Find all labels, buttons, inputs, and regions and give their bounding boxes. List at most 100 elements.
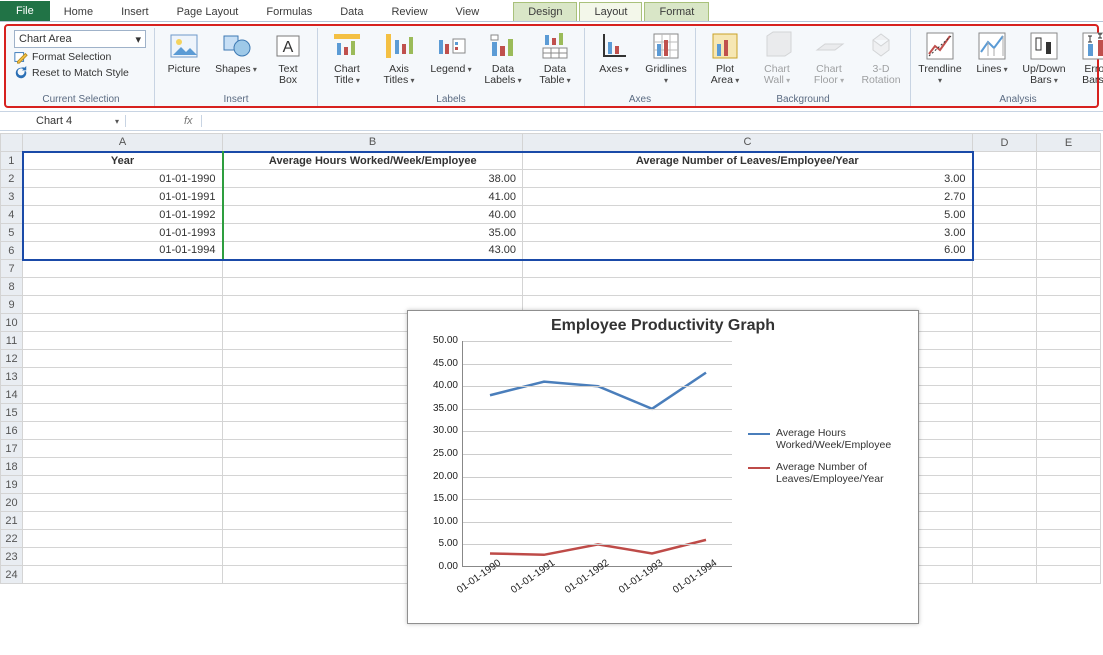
- tab-data[interactable]: Data: [326, 3, 377, 21]
- row-header[interactable]: 22: [1, 530, 23, 548]
- cell[interactable]: [23, 260, 223, 278]
- cell[interactable]: [973, 170, 1037, 188]
- cell[interactable]: [973, 566, 1037, 584]
- cell[interactable]: [1037, 242, 1101, 260]
- cell[interactable]: [1037, 260, 1101, 278]
- cell[interactable]: [1037, 458, 1101, 476]
- row-header[interactable]: 5: [1, 224, 23, 242]
- cell[interactable]: 01-01-1990: [23, 170, 223, 188]
- cell[interactable]: [973, 494, 1037, 512]
- embedded-chart[interactable]: Employee Productivity Graph Average Hour…: [407, 310, 919, 624]
- cell[interactable]: [23, 476, 223, 494]
- legend-button[interactable]: Legend: [428, 28, 474, 75]
- chart-legend[interactable]: Average Hours Worked/Week/Employee Avera…: [748, 427, 908, 495]
- tab-layout[interactable]: Layout: [579, 2, 642, 21]
- row-header[interactable]: 3: [1, 188, 23, 206]
- cell[interactable]: [973, 386, 1037, 404]
- row-header[interactable]: 14: [1, 386, 23, 404]
- cell[interactable]: [23, 566, 223, 584]
- axes-button[interactable]: Axes: [591, 28, 637, 75]
- cell[interactable]: [1037, 170, 1101, 188]
- legend-entry[interactable]: Average Hours Worked/Week/Employee: [748, 427, 908, 451]
- tab-home[interactable]: Home: [50, 3, 107, 21]
- cell[interactable]: [973, 152, 1037, 170]
- cell[interactable]: [1037, 566, 1101, 584]
- cell[interactable]: [1037, 224, 1101, 242]
- cell[interactable]: 01-01-1991: [23, 188, 223, 206]
- row-header[interactable]: 11: [1, 332, 23, 350]
- row-header[interactable]: 2: [1, 170, 23, 188]
- cell[interactable]: [1037, 476, 1101, 494]
- tab-formulas[interactable]: Formulas: [252, 3, 326, 21]
- cell[interactable]: [23, 332, 223, 350]
- cell[interactable]: [973, 458, 1037, 476]
- row-header[interactable]: 23: [1, 548, 23, 566]
- select-all-corner[interactable]: [1, 134, 23, 152]
- textbox-button[interactable]: A Text Box: [265, 28, 311, 86]
- cell[interactable]: [1037, 440, 1101, 458]
- tab-view[interactable]: View: [442, 3, 494, 21]
- col-header-A[interactable]: A: [23, 134, 223, 152]
- cell[interactable]: [1037, 512, 1101, 530]
- cell[interactable]: 5.00: [523, 206, 973, 224]
- cell[interactable]: [23, 386, 223, 404]
- cell[interactable]: 01-01-1993: [23, 224, 223, 242]
- cell[interactable]: [1037, 314, 1101, 332]
- legend-entry[interactable]: Average Number of Leaves/Employee/Year: [748, 461, 908, 485]
- data-table-button[interactable]: Data Table: [532, 28, 578, 86]
- tab-design[interactable]: Design: [513, 2, 577, 21]
- cell[interactable]: [1037, 404, 1101, 422]
- col-header-D[interactable]: D: [973, 134, 1037, 152]
- cell[interactable]: [973, 224, 1037, 242]
- cell[interactable]: [23, 530, 223, 548]
- cell[interactable]: [1037, 278, 1101, 296]
- data-labels-button[interactable]: Data Labels: [480, 28, 526, 86]
- cell[interactable]: [1037, 188, 1101, 206]
- row-header[interactable]: 12: [1, 350, 23, 368]
- cell[interactable]: [973, 260, 1037, 278]
- fx-icon[interactable]: fx: [176, 115, 202, 127]
- row-header[interactable]: 1: [1, 152, 23, 170]
- chart-element-combo[interactable]: Chart Area ▾: [14, 30, 146, 48]
- col-header-C[interactable]: C: [523, 134, 973, 152]
- cell[interactable]: [1037, 422, 1101, 440]
- row-header[interactable]: 21: [1, 512, 23, 530]
- cell[interactable]: [973, 242, 1037, 260]
- cell[interactable]: [523, 278, 973, 296]
- cell[interactable]: [23, 422, 223, 440]
- error-bars-button[interactable]: Error Bars: [1073, 28, 1103, 86]
- cell[interactable]: 6.00: [523, 242, 973, 260]
- cell[interactable]: Year: [23, 152, 223, 170]
- plot-area-button[interactable]: Plot Area: [702, 28, 748, 86]
- cell[interactable]: 40.00: [223, 206, 523, 224]
- cell[interactable]: [973, 530, 1037, 548]
- updown-bars-button[interactable]: Up/Down Bars: [1021, 28, 1067, 86]
- gridlines-button[interactable]: Gridlines: [643, 28, 689, 86]
- tab-review[interactable]: Review: [377, 3, 441, 21]
- row-header[interactable]: 18: [1, 458, 23, 476]
- cell[interactable]: [1037, 206, 1101, 224]
- cell[interactable]: [23, 368, 223, 386]
- cell[interactable]: [973, 368, 1037, 386]
- cell[interactable]: [973, 350, 1037, 368]
- picture-button[interactable]: Picture: [161, 28, 207, 75]
- row-header[interactable]: 10: [1, 314, 23, 332]
- cell[interactable]: 01-01-1992: [23, 206, 223, 224]
- name-box[interactable]: Chart 4 ▾: [30, 115, 126, 127]
- cell[interactable]: [973, 404, 1037, 422]
- cell[interactable]: [23, 404, 223, 422]
- col-header-B[interactable]: B: [223, 134, 523, 152]
- cell[interactable]: 38.00: [223, 170, 523, 188]
- cell[interactable]: [973, 548, 1037, 566]
- cell[interactable]: [1037, 530, 1101, 548]
- cell[interactable]: [23, 440, 223, 458]
- cell[interactable]: [23, 458, 223, 476]
- axis-titles-button[interactable]: Axis Titles: [376, 28, 422, 86]
- tab-file[interactable]: File: [0, 1, 50, 21]
- row-header[interactable]: 9: [1, 296, 23, 314]
- cell[interactable]: Average Hours Worked/Week/Employee: [223, 152, 523, 170]
- format-selection-button[interactable]: Format Selection: [14, 50, 148, 64]
- cell[interactable]: [973, 422, 1037, 440]
- cell[interactable]: [973, 278, 1037, 296]
- col-header-E[interactable]: E: [1037, 134, 1101, 152]
